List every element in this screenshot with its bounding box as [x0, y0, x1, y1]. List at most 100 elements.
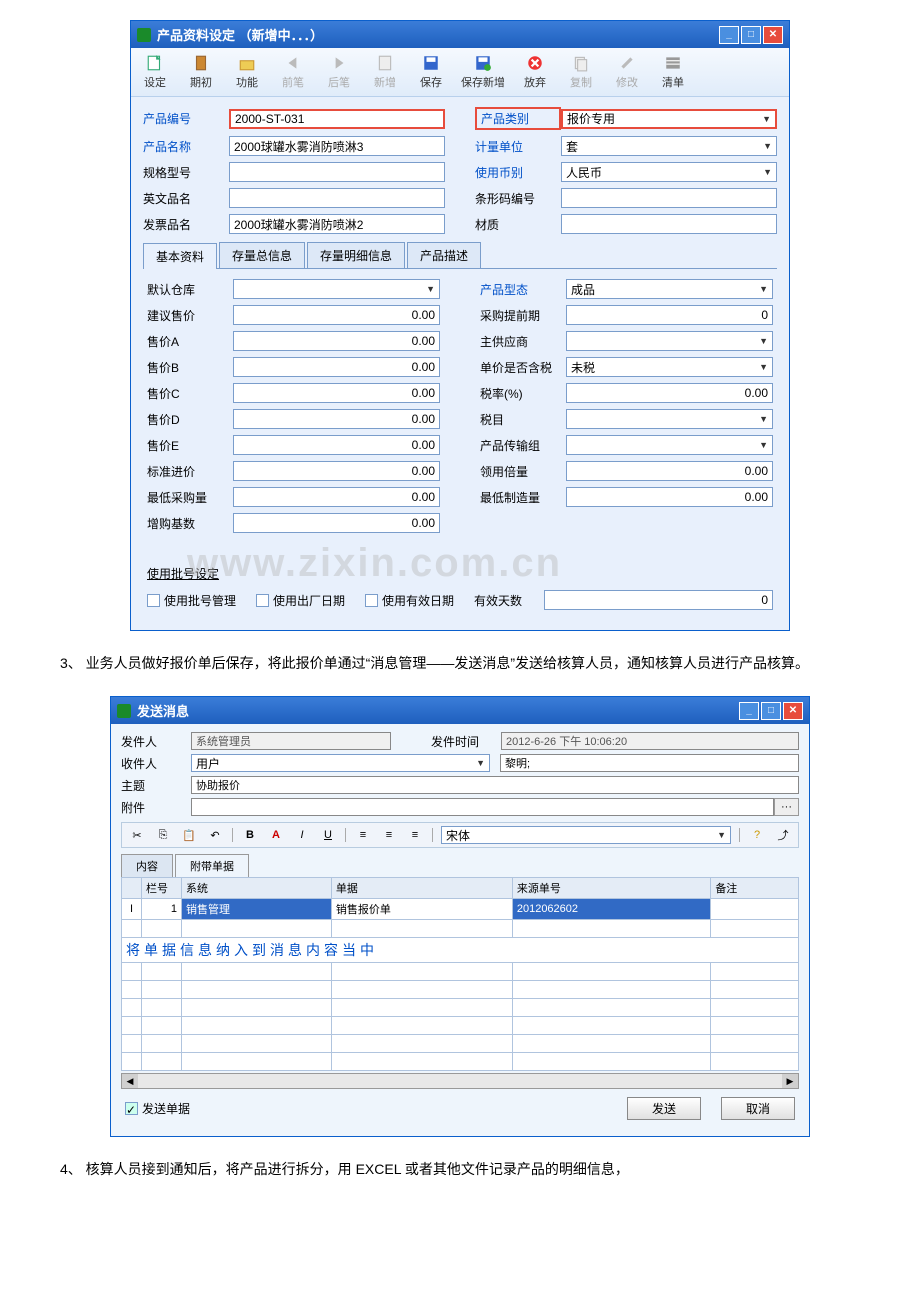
- tool-prev[interactable]: 前笔: [277, 54, 309, 90]
- trans-group-select[interactable]: ▼: [566, 435, 773, 455]
- tool-setting[interactable]: 设定: [139, 54, 171, 90]
- tool-savenew-label: 保存新增: [461, 74, 505, 90]
- bold-icon[interactable]: B: [241, 827, 259, 843]
- spec-input[interactable]: [229, 162, 445, 182]
- send-button[interactable]: 发送: [627, 1097, 701, 1120]
- price-a-input[interactable]: [233, 331, 440, 351]
- lead-time-input[interactable]: [566, 305, 773, 325]
- product-name-input[interactable]: [229, 136, 445, 156]
- valid-days-input[interactable]: [544, 590, 773, 610]
- tax-rate-input[interactable]: [566, 383, 773, 403]
- maximize-button[interactable]: □: [761, 702, 781, 720]
- default-warehouse-select[interactable]: ▼: [233, 279, 440, 299]
- paste-icon[interactable]: 📋: [180, 827, 198, 843]
- tab-docs[interactable]: 附带单据: [175, 854, 249, 877]
- help-icon[interactable]: ?: [748, 827, 766, 843]
- price-b-input[interactable]: [233, 357, 440, 377]
- align-center-icon[interactable]: ≡: [380, 827, 398, 843]
- tool-save[interactable]: 保存: [415, 54, 447, 90]
- chk-valid-date[interactable]: [365, 594, 378, 607]
- chevron-down-icon: ▼: [763, 141, 772, 151]
- price-e-input[interactable]: [233, 435, 440, 455]
- tool-copy[interactable]: 复制: [565, 54, 597, 90]
- tool-new[interactable]: 新增: [369, 54, 401, 90]
- product-type-select[interactable]: 成品▼: [566, 279, 773, 299]
- chevron-down-icon: ▼: [759, 284, 768, 294]
- tax-item-select[interactable]: ▼: [566, 409, 773, 429]
- price-c-input[interactable]: [233, 383, 440, 403]
- instruction-3: 3、 业务人员做好报价单后保存，将此报价单通过“消息管理——发送消息”发送给核算…: [60, 651, 860, 676]
- cancel-button[interactable]: 取消: [721, 1097, 795, 1120]
- close-button[interactable]: ✕: [763, 26, 783, 44]
- suggest-price-input[interactable]: [233, 305, 440, 325]
- instruction-4: 4、 核算人员接到通知后，将产品进行拆分，用 EXCEL 或者其他文件记录产品的…: [60, 1157, 860, 1182]
- tool-next[interactable]: 后笔: [323, 54, 355, 90]
- material-input[interactable]: [561, 214, 777, 234]
- cut-icon[interactable]: ✂: [128, 827, 146, 843]
- chevron-down-icon: ▼: [759, 414, 768, 424]
- maximize-button[interactable]: □: [741, 26, 761, 44]
- font-select[interactable]: 宋体▼: [441, 826, 731, 844]
- price-d-label: 售价D: [147, 411, 233, 428]
- unit-select[interactable]: 套▼: [561, 136, 777, 156]
- currency-select[interactable]: 人民币▼: [561, 162, 777, 182]
- add-base-input[interactable]: [233, 513, 440, 533]
- price-d-input[interactable]: [233, 409, 440, 429]
- product-code-input[interactable]: [229, 109, 445, 129]
- min-mfg-input[interactable]: [566, 487, 773, 507]
- multiplier-input[interactable]: [566, 461, 773, 481]
- chk-send-doc[interactable]: ✓: [125, 1102, 138, 1115]
- font-color-icon[interactable]: A: [267, 827, 285, 843]
- trans-group-label: 产品传输组: [480, 437, 566, 454]
- main-supplier-select[interactable]: ▼: [566, 331, 773, 351]
- tax-included-select[interactable]: 未税▼: [566, 357, 773, 377]
- tab-basic[interactable]: 基本资料: [143, 243, 217, 269]
- exit-icon[interactable]: ⤴: [774, 827, 792, 843]
- tool-modify[interactable]: 修改: [611, 54, 643, 90]
- chk-valid-date-label: 使用有效日期: [382, 592, 454, 609]
- min-purchase-input[interactable]: [233, 487, 440, 507]
- tool-qichu[interactable]: 期初: [185, 54, 217, 90]
- tab-content[interactable]: 内容: [121, 854, 173, 877]
- recipient-names-input[interactable]: [500, 754, 799, 772]
- underline-icon[interactable]: U: [319, 827, 337, 843]
- product-type-label: 产品型态: [480, 281, 566, 298]
- tab-stock-detail[interactable]: 存量明细信息: [307, 242, 405, 268]
- italic-icon[interactable]: I: [293, 827, 311, 843]
- attach-input[interactable]: [191, 798, 774, 816]
- chk-factory-date[interactable]: [256, 594, 269, 607]
- tool-list[interactable]: 清单: [657, 54, 689, 90]
- tab-stock-total[interactable]: 存量总信息: [219, 242, 305, 268]
- copy-icon[interactable]: ⎘: [154, 827, 172, 843]
- undo-icon[interactable]: ↶: [206, 827, 224, 843]
- align-right-icon[interactable]: ≡: [406, 827, 424, 843]
- attach-browse-button[interactable]: ···: [774, 798, 799, 816]
- scroll-left-icon[interactable]: ◀: [122, 1074, 138, 1088]
- tool-savenew[interactable]: 保存新增: [461, 54, 505, 90]
- horizontal-scrollbar[interactable]: ◀ ▶: [121, 1073, 799, 1089]
- tool-func[interactable]: 功能: [231, 54, 263, 90]
- subject-input[interactable]: [191, 776, 799, 794]
- tool-func-label: 功能: [236, 74, 258, 90]
- category-select[interactable]: 报价专用▼: [561, 109, 777, 129]
- align-left-icon[interactable]: ≡: [354, 827, 372, 843]
- table-row[interactable]: I 1 销售管理 销售报价单 2012062602: [122, 899, 799, 920]
- tab-description[interactable]: 产品描述: [407, 242, 481, 268]
- minimize-button[interactable]: _: [739, 702, 759, 720]
- barcode-input[interactable]: [561, 188, 777, 208]
- add-base-label: 增购基数: [147, 515, 233, 532]
- chk-batch-mgmt[interactable]: [147, 594, 160, 607]
- scroll-right-icon[interactable]: ▶: [782, 1074, 798, 1088]
- std-purchase-input[interactable]: [233, 461, 440, 481]
- recipient-select[interactable]: 用户▼: [191, 754, 490, 772]
- tool-new-label: 新增: [374, 74, 396, 90]
- tool-abandon[interactable]: 放弃: [519, 54, 551, 90]
- close-button[interactable]: ✕: [783, 702, 803, 720]
- tool-list-label: 清单: [662, 74, 684, 90]
- tool-abandon-label: 放弃: [524, 74, 546, 90]
- sender-label: 发件人: [121, 733, 191, 750]
- minimize-button[interactable]: _: [719, 26, 739, 44]
- invoicename-input[interactable]: [229, 214, 445, 234]
- engname-input[interactable]: [229, 188, 445, 208]
- sender-input: [191, 732, 391, 750]
